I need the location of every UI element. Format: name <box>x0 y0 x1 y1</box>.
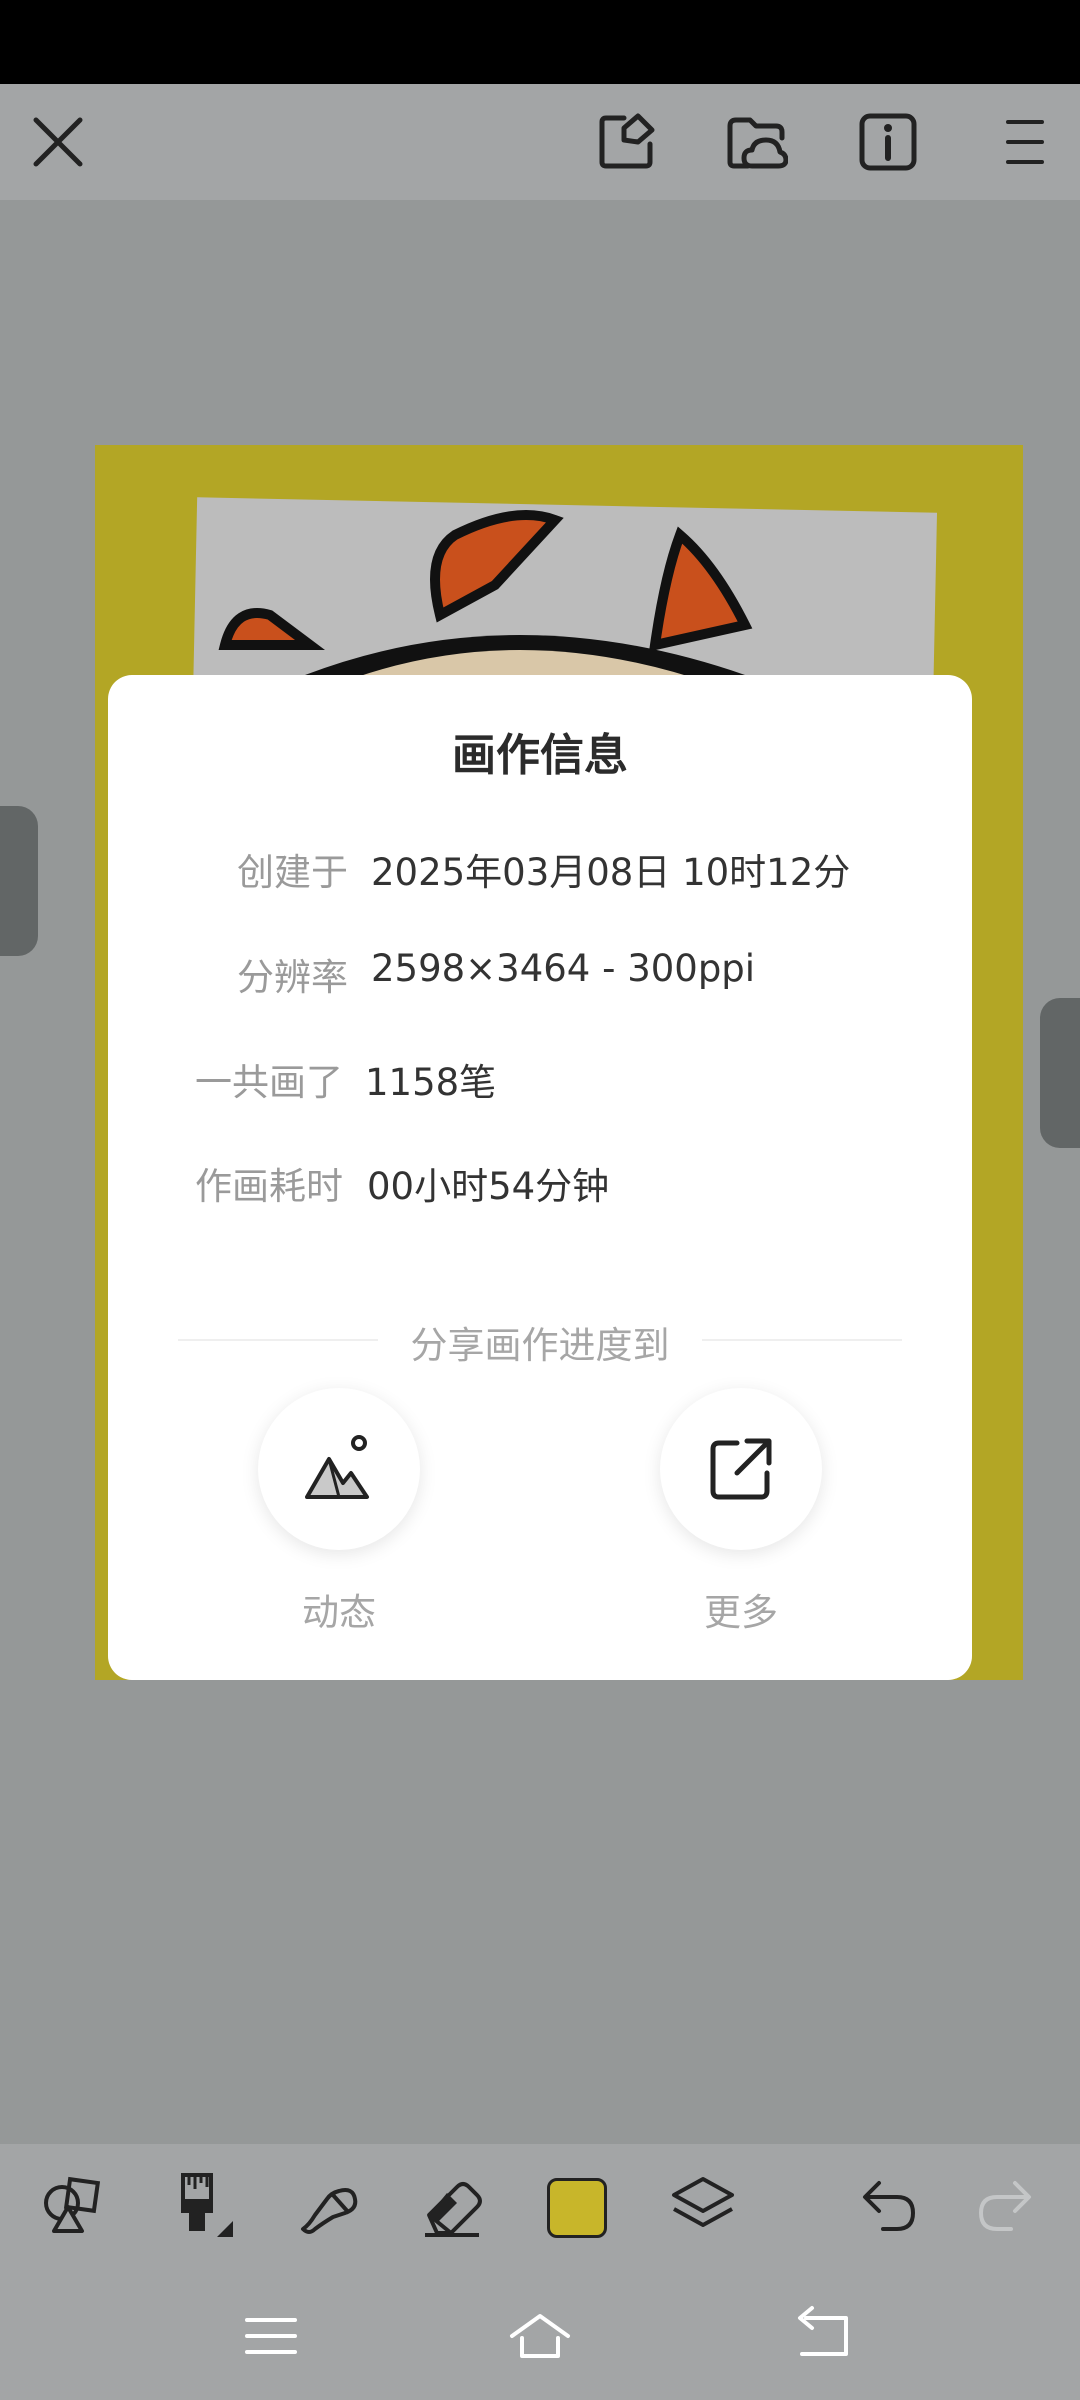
share-divider: 分享画作进度到 <box>178 1315 902 1367</box>
info-value: 2025年03月08日 10时12分 <box>371 851 851 894</box>
info-row-created: 创建于 2025年03月08日 10时12分 <box>108 842 972 902</box>
dialog-title: 画作信息 <box>452 730 628 781</box>
eraser-icon[interactable] <box>412 2164 492 2244</box>
color-swatch[interactable] <box>547 2178 607 2238</box>
shapes-icon[interactable] <box>33 2164 113 2244</box>
divider-line-right <box>702 1339 902 1341</box>
share-more-label: 更多 <box>704 1591 778 1634</box>
menu-nav-icon[interactable] <box>235 2300 307 2372</box>
share-heading: 分享画作进度到 <box>410 1324 670 1367</box>
mountain-photo-icon <box>305 1435 369 1499</box>
brush-icon[interactable] <box>160 2164 240 2244</box>
cloud-folder-icon[interactable] <box>720 106 792 178</box>
info-label: 作画耗时 <box>195 1165 343 1208</box>
info-row-resolution: 分辨率 2598×3464 - 300ppi <box>108 947 972 1007</box>
close-icon[interactable] <box>22 106 94 178</box>
info-row-strokes: 一共画了 1158笔 <box>108 1052 972 1112</box>
external-share-icon <box>710 1438 772 1500</box>
info-label: 一共画了 <box>195 1061 343 1104</box>
home-nav-icon[interactable] <box>504 2300 576 2372</box>
info-label: 创建于 <box>237 851 348 894</box>
info-icon[interactable] <box>852 106 924 178</box>
system-nav-bar <box>0 2272 1080 2400</box>
redo-icon[interactable] <box>966 2164 1046 2244</box>
layers-icon[interactable] <box>663 2164 743 2244</box>
info-value: 2598×3464 - 300ppi <box>371 947 756 990</box>
menu-icon[interactable] <box>986 106 1058 178</box>
info-value: 00小时54分钟 <box>367 1165 610 1208</box>
left-slider-handle[interactable] <box>0 806 38 956</box>
info-label: 分辨率 <box>237 956 348 999</box>
artwork-info-dialog: 画作信息 创建于 2025年03月08日 10时12分 分辨率 2598×346… <box>108 675 972 1680</box>
info-row-duration: 作画耗时 00小时54分钟 <box>108 1156 972 1216</box>
back-nav-icon[interactable] <box>786 2300 858 2372</box>
share-more-button[interactable] <box>660 1388 822 1550</box>
status-bar <box>0 0 1080 84</box>
share-moments-button[interactable] <box>258 1388 420 1550</box>
smudge-icon[interactable] <box>288 2164 368 2244</box>
share-moments-label: 动态 <box>302 1591 376 1634</box>
top-toolbar <box>0 84 1080 200</box>
bottom-toolbar <box>0 2144 1080 2272</box>
undo-icon[interactable] <box>848 2164 928 2244</box>
info-value: 1158笔 <box>365 1061 497 1104</box>
right-slider-handle[interactable] <box>1040 998 1080 1148</box>
edit-note-icon[interactable] <box>590 106 662 178</box>
